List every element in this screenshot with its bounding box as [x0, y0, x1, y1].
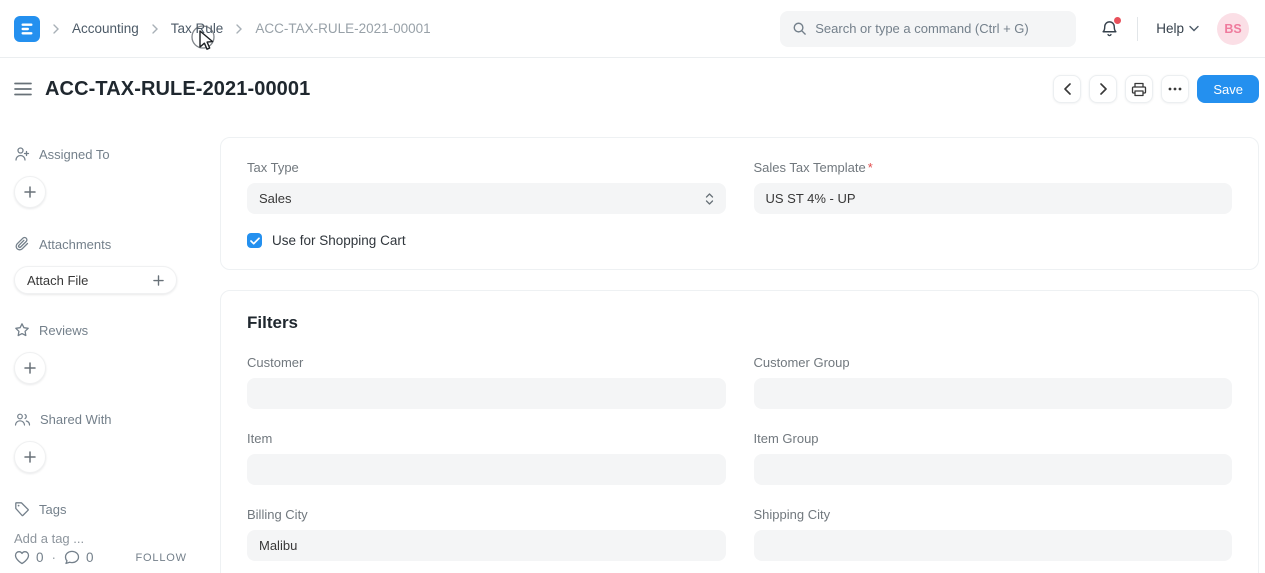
tags-section: Tags: [14, 501, 206, 517]
item-input[interactable]: [247, 454, 726, 485]
heart-icon[interactable]: [14, 550, 30, 565]
notifications-bell-icon[interactable]: [1100, 19, 1119, 38]
paperclip-icon: [14, 236, 30, 252]
customer-group-field: Customer Group: [754, 355, 1233, 409]
follow-button[interactable]: FOLLOW: [136, 552, 187, 564]
shipping-city-field: Shipping City: [754, 507, 1233, 561]
search-input[interactable]: [815, 21, 1064, 36]
header-actions: Save: [1053, 75, 1259, 103]
sales-tax-template-field: Sales Tax Template*: [754, 160, 1233, 214]
use-for-shopping-cart-checkbox-row[interactable]: Use for Shopping Cart: [247, 233, 1232, 248]
comments-count: 0: [86, 550, 94, 565]
likes-count: 0: [36, 550, 44, 565]
tags-label: Tags: [39, 502, 66, 517]
customer-group-input[interactable]: [754, 378, 1233, 409]
tax-rule-main-section: Tax Type Sales Sales Tax Template*: [220, 137, 1259, 270]
attach-file-button[interactable]: Attach File: [14, 266, 177, 294]
add-assignment-button[interactable]: [14, 176, 46, 208]
breadcrumb-tax-rule[interactable]: Tax Rule: [171, 21, 224, 36]
use-for-shopping-cart-label: Use for Shopping Cart: [272, 233, 406, 248]
item-group-input[interactable]: [754, 454, 1233, 485]
erpnext-logo-icon[interactable]: [14, 16, 40, 42]
attachments-section: Attachments: [14, 236, 206, 252]
chevron-down-icon: [1189, 25, 1199, 32]
comment-icon[interactable]: [64, 550, 80, 565]
tax-type-label: Tax Type: [247, 160, 726, 175]
breadcrumb-accounting[interactable]: Accounting: [72, 21, 139, 36]
tag-icon: [14, 501, 30, 517]
chevron-right-icon: [151, 24, 159, 34]
tax-type-value: Sales: [259, 191, 292, 206]
help-label: Help: [1156, 21, 1184, 36]
breadcrumb-current-doc: ACC-TAX-RULE-2021-00001: [255, 21, 430, 36]
dot-separator: ·: [52, 550, 57, 565]
assigned-to-section: Assigned To: [14, 146, 206, 162]
customer-field: Customer: [247, 355, 726, 409]
billing-city-label: Billing City: [247, 507, 726, 522]
assigned-to-label: Assigned To: [39, 147, 110, 162]
filters-heading: Filters: [247, 313, 1232, 333]
page-title: ACC-TAX-RULE-2021-00001: [45, 78, 310, 101]
required-asterisk: *: [868, 160, 873, 175]
comments-counter[interactable]: 0: [64, 550, 94, 565]
tax-type-field: Tax Type Sales: [247, 160, 726, 214]
app-window: Accounting Tax Rule ACC-TAX-RULE-2021-00…: [0, 0, 1265, 573]
likes-counter[interactable]: 0: [14, 550, 44, 565]
print-button[interactable]: [1125, 75, 1153, 103]
item-group-label: Item Group: [754, 431, 1233, 446]
next-document-button[interactable]: [1089, 75, 1117, 103]
plus-icon: [153, 275, 164, 286]
page-header: ACC-TAX-RULE-2021-00001 Save: [0, 58, 1265, 120]
assign-user-icon: [14, 146, 30, 162]
star-icon: [14, 322, 30, 338]
select-caret-icon: [705, 192, 714, 206]
customer-input[interactable]: [247, 378, 726, 409]
document-sidebar: Assigned To Attachments Attach File: [0, 120, 220, 573]
sidebar-toggle-hamburger-icon[interactable]: [10, 76, 36, 102]
item-field: Item: [247, 431, 726, 485]
shipping-city-label: Shipping City: [754, 507, 1233, 522]
more-options-button[interactable]: [1161, 75, 1189, 103]
sidebar-footer: 0 · 0 FOLLOW: [14, 550, 206, 565]
navbar: Accounting Tax Rule ACC-TAX-RULE-2021-00…: [0, 0, 1265, 58]
filters-section: Filters Customer Customer Group Item: [220, 290, 1259, 573]
billing-city-input[interactable]: [247, 530, 726, 561]
tax-type-select[interactable]: Sales: [247, 183, 726, 214]
help-menu[interactable]: Help: [1156, 21, 1199, 36]
reviews-label: Reviews: [39, 323, 88, 338]
add-tag-input[interactable]: Add a tag ...: [14, 531, 206, 546]
breadcrumb: Accounting Tax Rule ACC-TAX-RULE-2021-00…: [14, 16, 431, 42]
sales-tax-template-input[interactable]: [754, 183, 1233, 214]
user-avatar[interactable]: BS: [1217, 13, 1249, 45]
divider: [1137, 17, 1138, 41]
people-icon: [14, 412, 31, 427]
customer-label: Customer: [247, 355, 726, 370]
shared-with-label: Shared With: [40, 412, 112, 427]
form-area: Tax Type Sales Sales Tax Template*: [220, 120, 1265, 573]
attachments-label: Attachments: [39, 237, 111, 252]
save-button[interactable]: Save: [1197, 75, 1259, 103]
navbar-actions: Help BS: [780, 11, 1249, 47]
customer-group-label: Customer Group: [754, 355, 1233, 370]
reviews-section: Reviews: [14, 322, 206, 338]
shipping-city-input[interactable]: [754, 530, 1233, 561]
checkbox-checked-icon[interactable]: [247, 233, 262, 248]
item-group-field: Item Group: [754, 431, 1233, 485]
notification-dot: [1114, 17, 1121, 24]
search-icon: [792, 21, 807, 36]
billing-city-field: Billing City: [247, 507, 726, 561]
chevron-right-icon: [235, 24, 243, 34]
chevron-right-icon: [52, 24, 60, 34]
add-share-button[interactable]: [14, 441, 46, 473]
previous-document-button[interactable]: [1053, 75, 1081, 103]
attach-file-label: Attach File: [27, 273, 88, 288]
item-label: Item: [247, 431, 726, 446]
shared-with-section: Shared With: [14, 412, 206, 427]
add-review-button[interactable]: [14, 352, 46, 384]
global-search[interactable]: [780, 11, 1076, 47]
sales-tax-template-label: Sales Tax Template*: [754, 160, 1233, 175]
